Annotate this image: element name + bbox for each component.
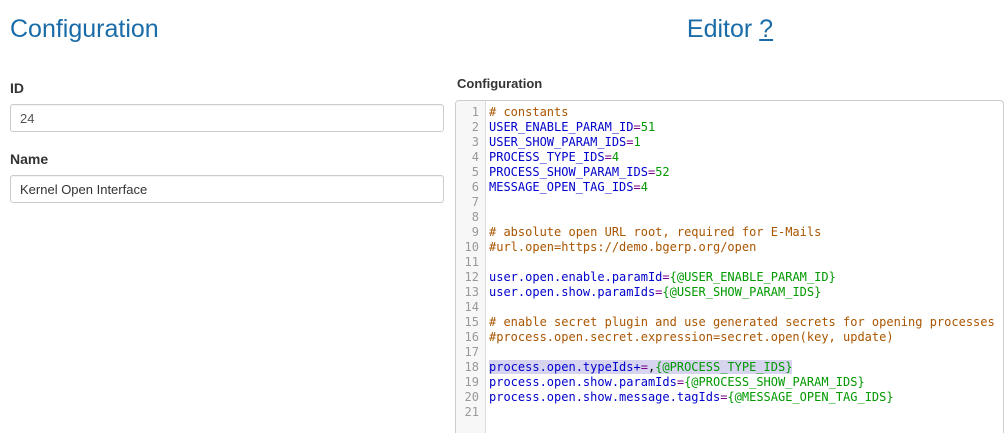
code-line[interactable]: 10#url.open=https://demo.bgerp.org/open <box>456 240 1003 255</box>
line-number: 21 <box>456 405 485 420</box>
code-text <box>485 345 489 360</box>
name-input[interactable] <box>10 175 444 203</box>
editor-panel: Editor ? Configuration <box>455 0 1005 44</box>
code-text: # enable secret plugin and use generated… <box>485 315 995 330</box>
line-number: 19 <box>456 375 485 390</box>
code-line[interactable]: 16#process.open.secret.expression=secret… <box>456 330 1003 345</box>
code-text: #url.open=https://demo.bgerp.org/open <box>485 240 756 255</box>
code-line[interactable]: 15# enable secret plugin and use generat… <box>456 315 1003 330</box>
code-text: PROCESS_SHOW_PARAM_IDS=52 <box>485 165 670 180</box>
line-number: 17 <box>456 345 485 360</box>
code-line[interactable]: 13user.open.show.paramIds={@USER_SHOW_PA… <box>456 285 1003 300</box>
name-label: Name <box>10 151 444 167</box>
line-number: 20 <box>456 390 485 405</box>
code-line[interactable]: 3USER_SHOW_PARAM_IDS=1 <box>456 135 1003 150</box>
code-text: # constants <box>485 105 568 120</box>
id-label: ID <box>10 80 444 96</box>
line-number: 12 <box>456 270 485 285</box>
code-line[interactable]: 19process.open.show.paramIds={@PROCESS_S… <box>456 375 1003 390</box>
line-number: 18 <box>456 360 485 375</box>
line-number: 4 <box>456 150 485 165</box>
line-number: 2 <box>456 120 485 135</box>
code-text <box>485 405 489 420</box>
code-line[interactable]: 18process.open.typeIds+=,{@PROCESS_TYPE_… <box>456 360 1003 375</box>
code-text: MESSAGE_OPEN_TAG_IDS=4 <box>485 180 648 195</box>
code-line[interactable]: 2USER_ENABLE_PARAM_ID=51 <box>456 120 1003 135</box>
code-line[interactable]: 7 <box>456 195 1003 210</box>
code-line[interactable]: 6MESSAGE_OPEN_TAG_IDS=4 <box>456 180 1003 195</box>
code-text: user.open.show.paramIds={@USER_SHOW_PARA… <box>485 285 821 300</box>
line-number: 1 <box>456 105 485 120</box>
code-text: USER_ENABLE_PARAM_ID=51 <box>485 120 655 135</box>
code-line[interactable]: 14 <box>456 300 1003 315</box>
line-number: 9 <box>456 225 485 240</box>
line-number: 16 <box>456 330 485 345</box>
line-number: 7 <box>456 195 485 210</box>
code-text: process.open.show.paramIds={@PROCESS_SHO… <box>485 375 865 390</box>
code-line[interactable]: 17 <box>456 345 1003 360</box>
line-number: 6 <box>456 180 485 195</box>
line-number: 5 <box>456 165 485 180</box>
line-number: 13 <box>456 285 485 300</box>
configuration-panel: Configuration ID Name <box>10 0 444 203</box>
page-title: Configuration <box>10 15 444 44</box>
code-line[interactable]: 8 <box>456 210 1003 225</box>
line-number: 8 <box>456 210 485 225</box>
code-line[interactable]: 11 <box>456 255 1003 270</box>
code-text: PROCESS_TYPE_IDS=4 <box>485 150 619 165</box>
code-line[interactable]: 1# constants <box>456 105 1003 120</box>
editor-title: Editor ? <box>455 15 1005 44</box>
line-number: 15 <box>456 315 485 330</box>
code-editor[interactable]: 1# constants2USER_ENABLE_PARAM_ID=513USE… <box>455 100 1004 433</box>
line-number: 11 <box>456 255 485 270</box>
line-number: 3 <box>456 135 485 150</box>
editor-config-label: Configuration <box>457 76 542 91</box>
code-text: USER_SHOW_PARAM_IDS=1 <box>485 135 641 150</box>
code-line[interactable]: 9# absolute open URL root, required for … <box>456 225 1003 240</box>
code-lines: 1# constants2USER_ENABLE_PARAM_ID=513USE… <box>456 101 1003 420</box>
code-text <box>485 210 489 225</box>
code-text <box>485 195 489 210</box>
code-line[interactable]: 4PROCESS_TYPE_IDS=4 <box>456 150 1003 165</box>
code-line[interactable]: 12user.open.enable.paramId={@USER_ENABLE… <box>456 270 1003 285</box>
code-text: #process.open.secret.expression=secret.o… <box>485 330 894 345</box>
editor-title-text: Editor <box>687 15 752 43</box>
code-text: user.open.enable.paramId={@USER_ENABLE_P… <box>485 270 836 285</box>
code-text <box>485 300 489 315</box>
id-input[interactable] <box>10 104 444 132</box>
code-text: # absolute open URL root, required for E… <box>485 225 821 240</box>
line-number: 10 <box>456 240 485 255</box>
line-number: 14 <box>456 300 485 315</box>
code-line[interactable]: 21 <box>456 405 1003 420</box>
code-text: process.open.show.message.tagIds={@MESSA… <box>485 390 894 405</box>
code-text <box>485 255 489 270</box>
code-line[interactable]: 5PROCESS_SHOW_PARAM_IDS=52 <box>456 165 1003 180</box>
code-text: process.open.typeIds+=,{@PROCESS_TYPE_ID… <box>485 360 792 375</box>
code-line[interactable]: 20process.open.show.message.tagIds={@MES… <box>456 390 1003 405</box>
help-link[interactable]: ? <box>759 15 773 43</box>
